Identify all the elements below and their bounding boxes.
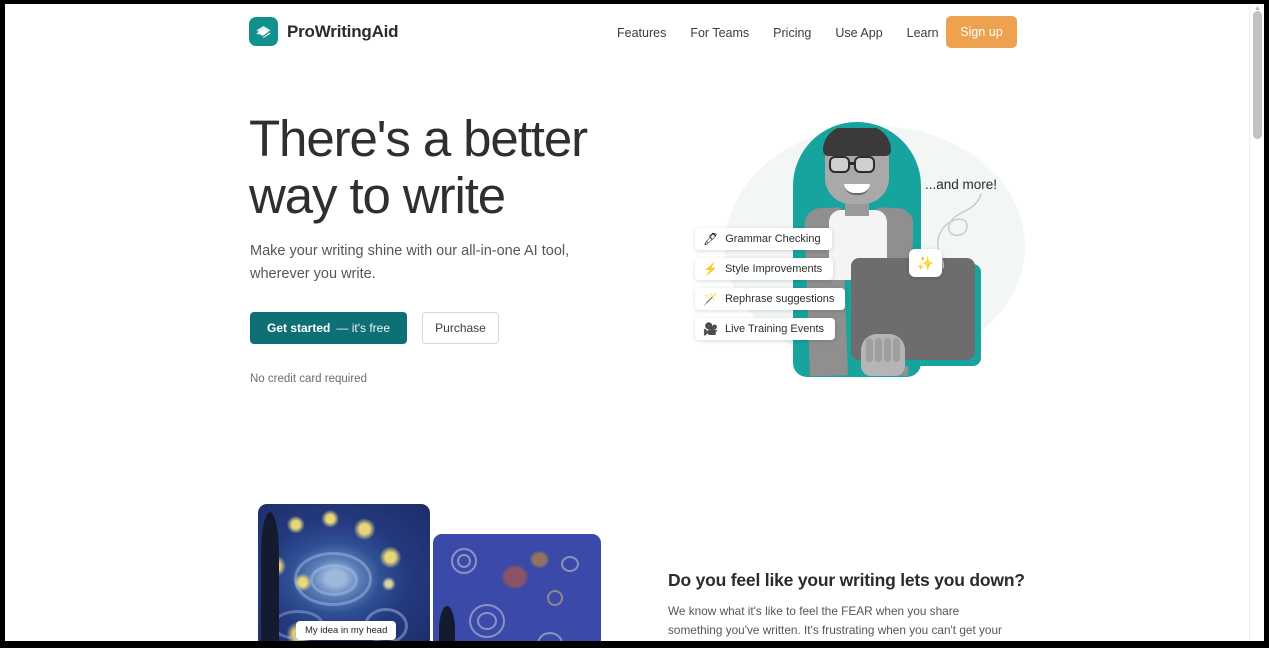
spiral-doodle xyxy=(477,612,497,630)
feature-pill-style-improvements[interactable]: ⚡ Style Improvements xyxy=(695,258,834,280)
cypress-tree xyxy=(439,606,455,641)
swirl xyxy=(310,564,358,596)
stacked-pages-icon xyxy=(249,17,278,46)
video-camera-icon: 🎥 xyxy=(703,322,718,336)
starry-night-caption: My idea in my head xyxy=(296,621,397,640)
feature-pill-list: 🖋 Grammar Checking ⚡ Style Improvements … xyxy=(695,228,846,340)
brand-logo-link[interactable]: ProWritingAid xyxy=(249,17,399,46)
finger xyxy=(875,338,882,362)
and-more-label: ...and more! xyxy=(925,177,998,192)
cypress-tree xyxy=(261,512,279,641)
site-header: ProWritingAid Features For Teams Pricing… xyxy=(5,4,1249,60)
magic-wand-icon: 🪄 xyxy=(703,292,718,306)
spiral-doodle xyxy=(561,556,579,572)
feature-pill-label: Grammar Checking xyxy=(725,233,821,245)
get-started-sublabel: — it's free xyxy=(336,321,390,335)
lower-section-body: We know what it's like to feel the FEAR … xyxy=(668,604,1002,637)
sign-up-button[interactable]: Sign up xyxy=(946,16,1017,48)
scrollbar-thumb[interactable] xyxy=(1253,11,1262,139)
feature-pill-grammar-checking[interactable]: 🖋 Grammar Checking xyxy=(695,228,832,250)
finger xyxy=(893,338,900,362)
finger xyxy=(866,338,873,362)
feature-pill-live-training-events[interactable]: 🎥 Live Training Events xyxy=(695,318,836,340)
spiral-doodle xyxy=(457,554,471,568)
page-scrollbar[interactable]: ▲ xyxy=(1249,4,1264,641)
feather-pen-icon: 🖋 xyxy=(703,232,719,246)
brand-name: ProWritingAid xyxy=(287,21,399,41)
no-credit-card-note: No credit card required xyxy=(250,373,367,385)
lower-section-title: Do you feel like your writing lets you d… xyxy=(668,570,1025,590)
nav-item-features[interactable]: Features xyxy=(605,22,678,44)
nav-item-pricing[interactable]: Pricing xyxy=(761,22,823,44)
nav-item-for-teams[interactable]: For Teams xyxy=(678,22,761,44)
spiral-doodle xyxy=(537,632,563,641)
finger xyxy=(884,338,891,362)
hair xyxy=(823,128,891,156)
hand xyxy=(861,334,905,376)
paint-blob xyxy=(503,566,527,588)
glasses-lens-right xyxy=(854,156,875,173)
lightning-bolt-icon: ⚡ xyxy=(703,262,718,276)
paint-blob xyxy=(531,552,548,567)
purchase-button[interactable]: Purchase xyxy=(422,312,499,344)
browser-viewport: ProWritingAid Features For Teams Pricing… xyxy=(5,4,1264,641)
glasses-lens-left xyxy=(829,156,850,173)
sparkle-icon[interactable]: ✨ xyxy=(909,249,942,277)
nav-item-learn[interactable]: Learn xyxy=(895,22,951,44)
get-started-label: Get started xyxy=(267,321,331,335)
nav-item-use-app[interactable]: Use App xyxy=(823,22,894,44)
feature-pill-label: Rephrase suggestions xyxy=(724,293,835,305)
glasses-bridge xyxy=(850,162,855,165)
get-started-button[interactable]: Get started — it's free xyxy=(250,312,407,344)
spiral-doodle xyxy=(547,590,563,606)
hero-subtitle: Make your writing shine with our all-in-… xyxy=(250,243,570,282)
hero-cta-row: Get started — it's free Purchase xyxy=(250,312,499,344)
hero-illustration: 🖋 Grammar Checking ⚡ Style Improvements … xyxy=(665,104,1035,394)
feature-pill-label: Style Improvements xyxy=(724,263,823,275)
blue-doodle-card xyxy=(433,534,601,641)
feature-pill-label: Live Training Events xyxy=(724,323,825,335)
feature-pill-rephrase-suggestions[interactable]: 🪄 Rephrase suggestions xyxy=(695,288,846,310)
page-content: ProWritingAid Features For Teams Pricing… xyxy=(5,4,1249,641)
hero-title: There's a better way to write xyxy=(249,110,588,224)
